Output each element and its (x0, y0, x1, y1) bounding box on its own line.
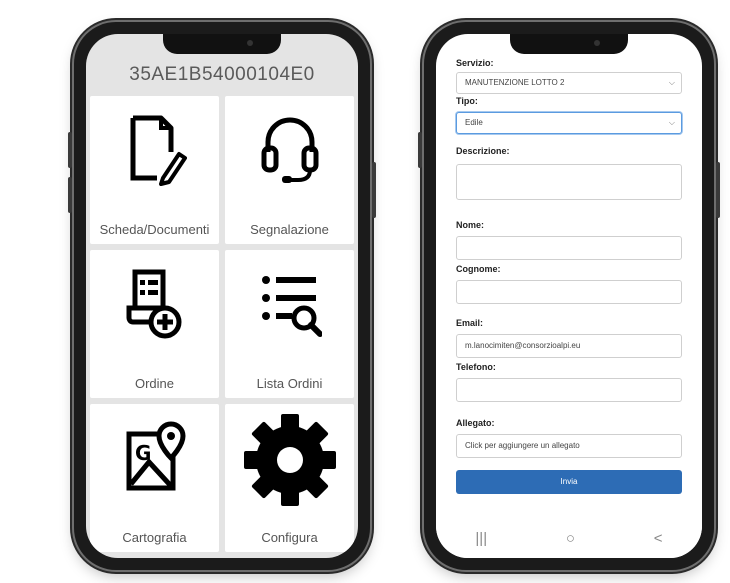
servizio-label: Servizio: (456, 58, 494, 68)
notch (163, 34, 281, 54)
tipo-select[interactable]: Edile (456, 112, 682, 134)
allegato-field[interactable]: Click per aggiungere un allegato (456, 434, 682, 458)
phone-form: Servizio: MANUTENZIONE LOTTO 2 Tipo: Edi… (418, 22, 720, 570)
descrizione-label: Descrizione: (456, 146, 510, 156)
phone-home: 35AE1B54000104E0 Scheda/Documenti Segnal… (68, 22, 376, 570)
android-navbar: ||| ○ < (436, 518, 702, 558)
device-id: 35AE1B54000104E0 (129, 64, 315, 85)
email-field[interactable]: m.lanocimiten@consorzioalpi.eu (456, 334, 682, 358)
telefono-label: Telefono: (456, 362, 496, 372)
document-edit-icon (130, 115, 187, 186)
tile-segnalazione[interactable]: Segnalazione (225, 96, 354, 244)
headset-icon (261, 117, 318, 183)
volume-button (68, 177, 72, 213)
map-pin-icon: G (126, 421, 186, 491)
form-screen: Servizio: MANUTENZIONE LOTTO 2 Tipo: Edi… (436, 34, 702, 558)
tile-ordine[interactable]: Ordine (90, 250, 219, 398)
telefono-field[interactable] (456, 378, 682, 402)
tile-label: Lista Ordini (256, 376, 323, 391)
descrizione-field[interactable] (456, 164, 682, 200)
tile-lista-ordini[interactable]: Lista Ordini (225, 250, 354, 398)
order-add-icon (126, 269, 181, 339)
invia-button[interactable]: Invia (456, 470, 682, 494)
power-button (716, 162, 720, 218)
nome-field[interactable] (456, 236, 682, 260)
home-icon[interactable]: ○ (566, 530, 575, 547)
tipo-label: Tipo: (456, 96, 478, 106)
tile-label: Segnalazione (250, 222, 329, 237)
tile-configura[interactable]: Configura (225, 404, 354, 552)
nome-label: Nome: (456, 220, 485, 230)
servizio-select[interactable]: MANUTENZIONE LOTTO 2 (456, 72, 682, 94)
tile-label: Cartografia (122, 530, 187, 545)
recent-apps-icon[interactable]: ||| (475, 530, 487, 547)
back-icon[interactable]: < (654, 530, 663, 547)
volume-button (418, 132, 422, 168)
tile-label: Scheda/Documenti (99, 222, 210, 237)
power-button (372, 162, 376, 218)
email-label: Email: (456, 318, 484, 328)
home-screen: 35AE1B54000104E0 Scheda/Documenti Segnal… (86, 34, 358, 558)
list-search-icon (261, 276, 322, 337)
cognome-field[interactable] (456, 280, 682, 304)
menu-grid: Scheda/Documenti Segnalazione Ordine Lis… (90, 96, 354, 552)
cognome-label: Cognome: (456, 264, 501, 274)
report-form: Servizio: MANUTENZIONE LOTTO 2 Tipo: Edi… (456, 54, 682, 494)
volume-button (68, 132, 72, 168)
svg-text:G: G (135, 441, 151, 465)
allegato-label: Allegato: (456, 418, 495, 428)
gear-icon (243, 414, 336, 506)
notch (510, 34, 628, 54)
tile-scheda-documenti[interactable]: Scheda/Documenti (90, 96, 219, 244)
tile-label: Configura (261, 530, 318, 545)
tile-cartografia[interactable]: G Cartografia (90, 404, 219, 552)
tile-label: Ordine (134, 376, 175, 391)
